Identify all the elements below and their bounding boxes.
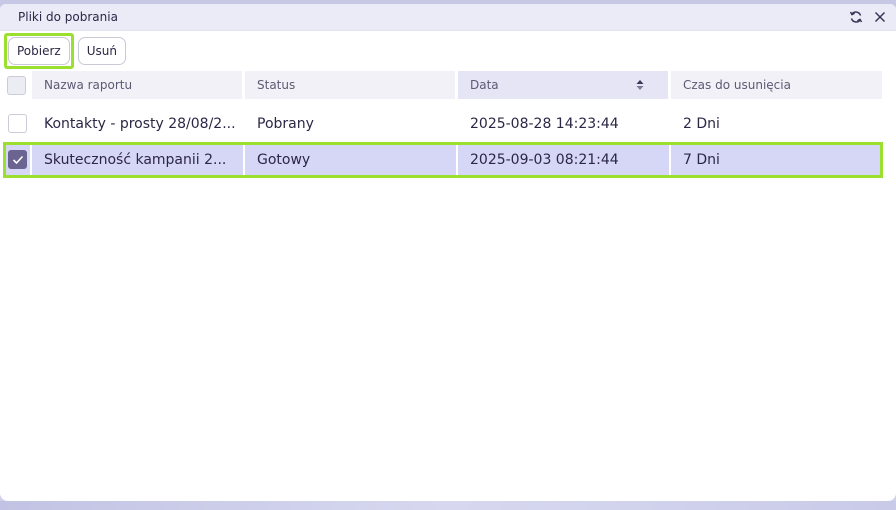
reports-table: Nazwa raportu Status Data Czas do usunię…	[0, 71, 896, 178]
column-header-date-label: Data	[470, 78, 499, 92]
backdrop-bottom	[0, 501, 896, 510]
header-check-cell	[0, 71, 32, 99]
table-header: Nazwa raportu Status Data Czas do usunię…	[0, 71, 896, 101]
row-checkbox[interactable]	[8, 114, 27, 133]
column-header-status[interactable]: Status	[245, 71, 455, 99]
dialog-title: Pliki do pobrania	[18, 10, 118, 24]
column-header-ttl[interactable]: Czas do usunięcia	[671, 71, 882, 99]
download-button-highlight: Pobierz	[4, 33, 74, 69]
cell-name: Kontakty - prosty 28/08/2...	[44, 116, 236, 132]
refresh-icon[interactable]	[848, 9, 864, 25]
download-files-dialog: Pliki do pobrania Pobierz Usuń Nazwa rap…	[0, 4, 896, 501]
delete-button-wrap: Usuń	[76, 35, 128, 67]
table-row[interactable]: Kontakty - prosty 28/08/2... Pobrany 202…	[0, 106, 896, 142]
cell-date: 2025-08-28 14:23:44	[470, 116, 619, 132]
table-row[interactable]: Skuteczność kampanii 2... Gotowy 2025-09…	[0, 142, 896, 178]
column-header-name[interactable]: Nazwa raportu	[32, 71, 242, 99]
dialog-titlebar: Pliki do pobrania	[0, 4, 896, 31]
sort-icon	[636, 79, 644, 94]
close-icon[interactable]	[872, 9, 888, 25]
select-all-checkbox[interactable]	[6, 75, 26, 95]
cell-ttl: 2 Dni	[683, 116, 720, 132]
row-check-cell	[8, 114, 27, 133]
selected-row-highlight	[3, 142, 883, 178]
toolbar: Pobierz Usuń	[0, 31, 896, 71]
delete-button[interactable]: Usuń	[77, 37, 126, 65]
cell-status: Pobrany	[257, 116, 314, 132]
download-button[interactable]: Pobierz	[8, 37, 70, 65]
column-header-date[interactable]: Data	[458, 71, 668, 99]
